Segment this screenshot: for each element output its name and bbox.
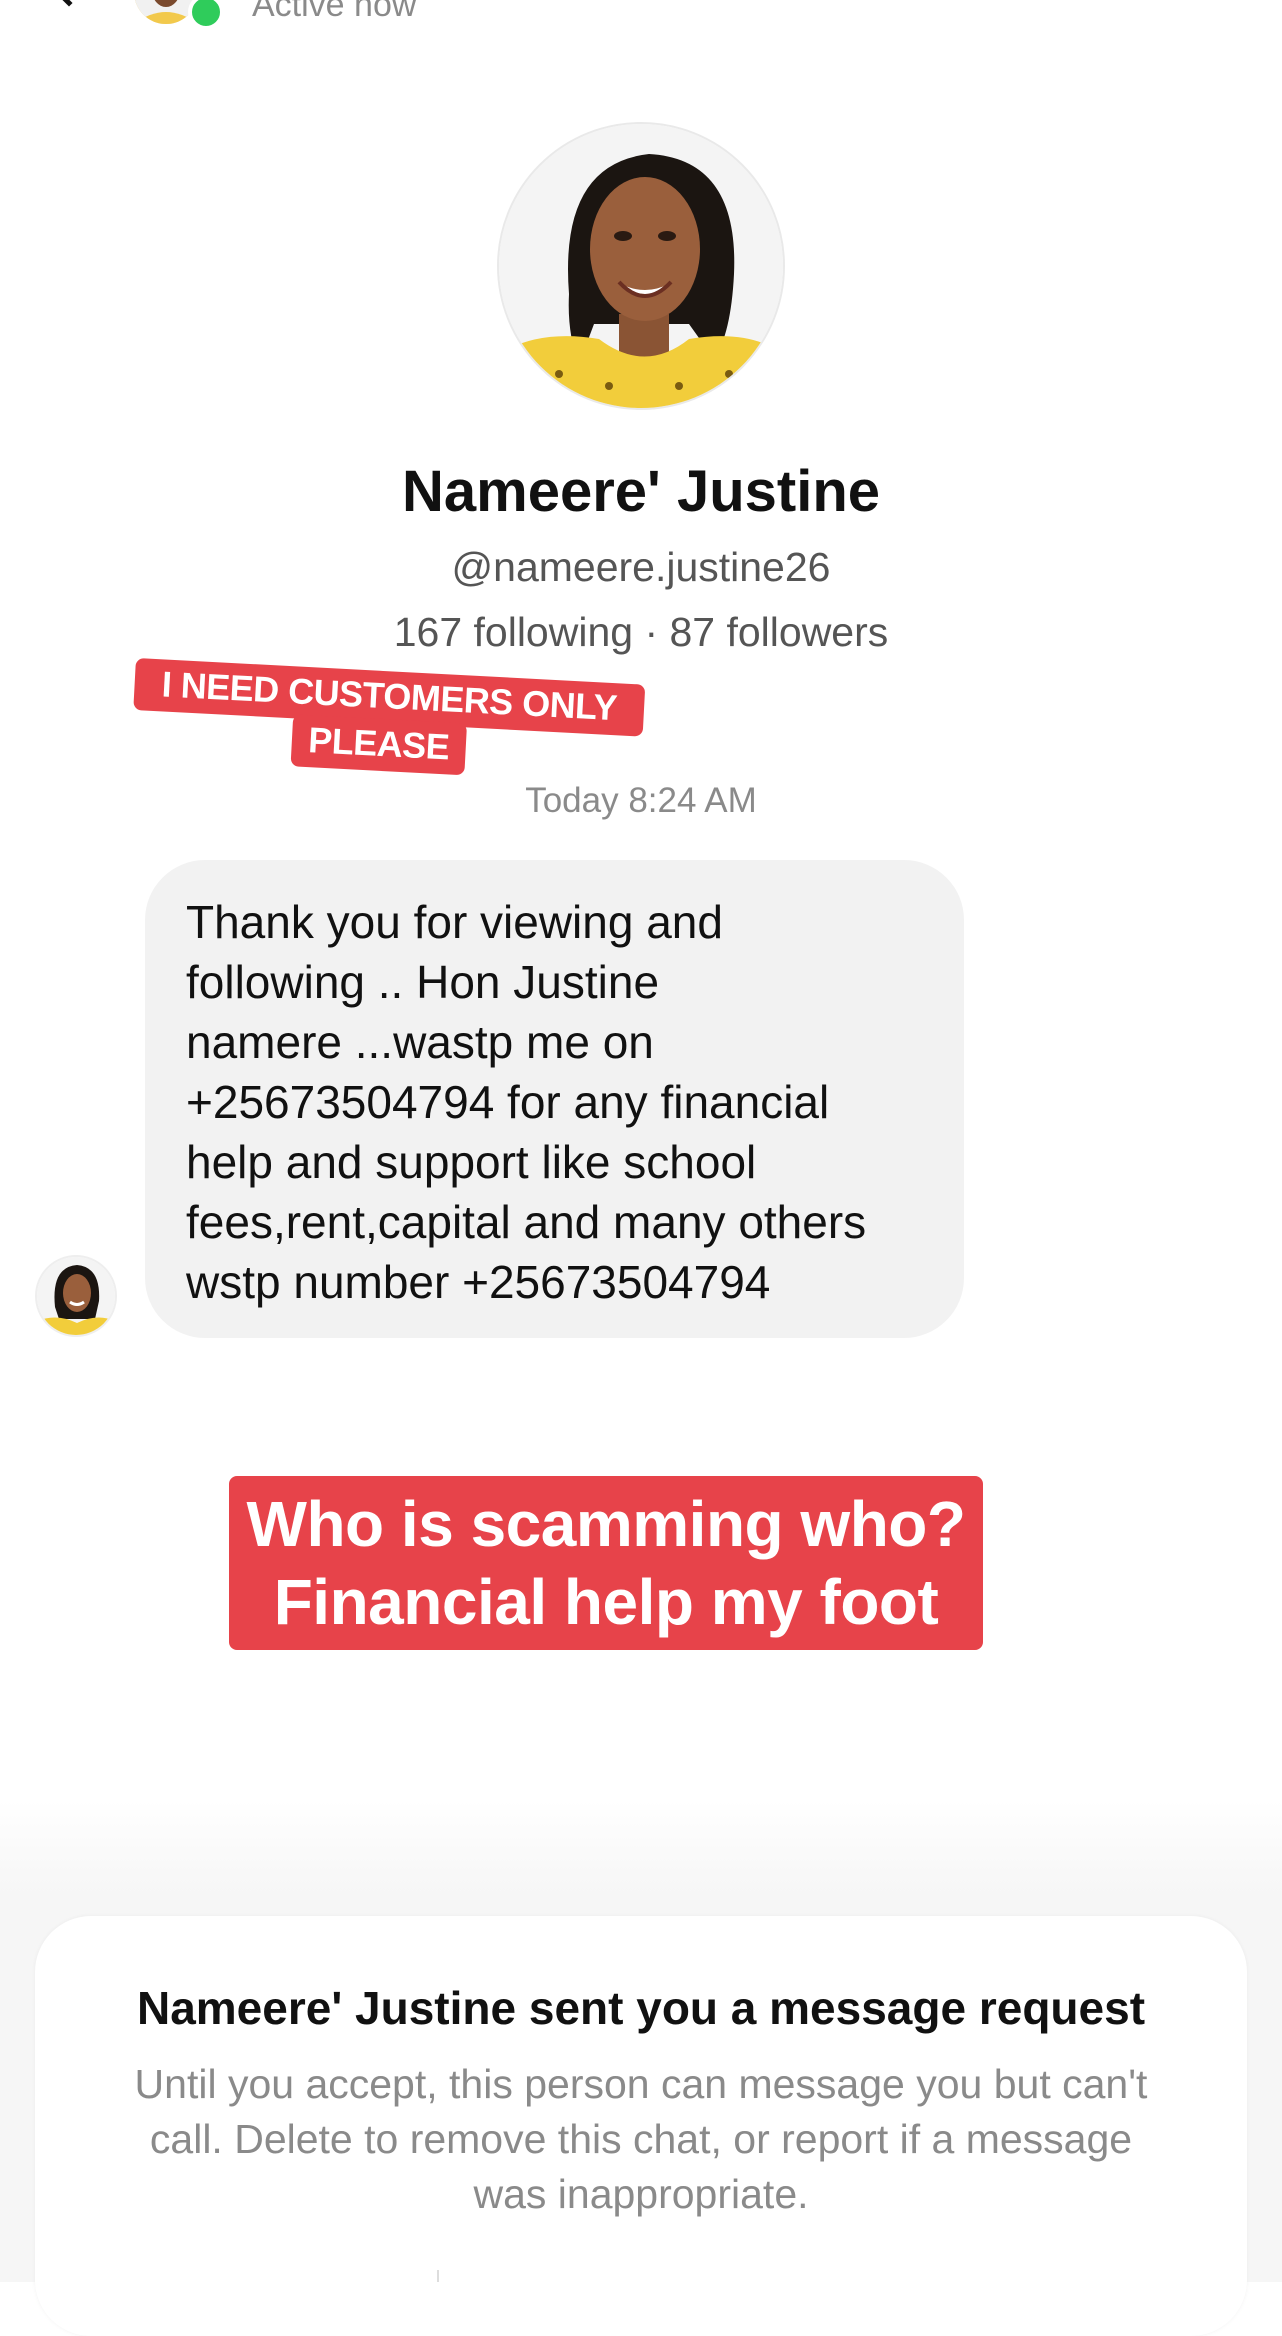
caption-line-2: Financial help my foot — [273, 1566, 939, 1638]
button-divider — [437, 2270, 439, 2282]
profile-display-name: Nameere' Justine — [401, 459, 881, 524]
active-status: Active now — [252, 0, 417, 24]
online-dot-icon — [188, 0, 224, 30]
message-timestamp: Today 8:24 AM — [525, 781, 757, 820]
message-request-title: Nameere' Justine sent you a message requ… — [136, 1982, 1146, 2034]
back-chevron-icon[interactable] — [53, 0, 85, 7]
profile-username: @nameere.justine26 — [451, 544, 831, 590]
sticker-overlay: I NEED CUSTOMERS ONLY PLEASE — [131, 658, 646, 785]
chat-header: Active now — [0, 0, 1282, 40]
caption-line-1: Who is scamming who? — [246, 1488, 966, 1560]
sender-avatar[interactable] — [35, 1255, 117, 1337]
message-request-description: Until you accept, this person can messag… — [134, 2061, 1148, 2217]
message-bubble[interactable]: Thank you for viewing and following .. H… — [145, 860, 964, 1338]
sticker-line-2: PLEASE — [290, 714, 468, 776]
caption-overlay: Who is scamming who? Financial help my f… — [229, 1476, 983, 1650]
profile-photo[interactable] — [497, 122, 785, 410]
follow-stats: 167 following · 87 followers — [393, 609, 889, 655]
message-text: Thank you for viewing and following .. H… — [186, 896, 867, 1308]
